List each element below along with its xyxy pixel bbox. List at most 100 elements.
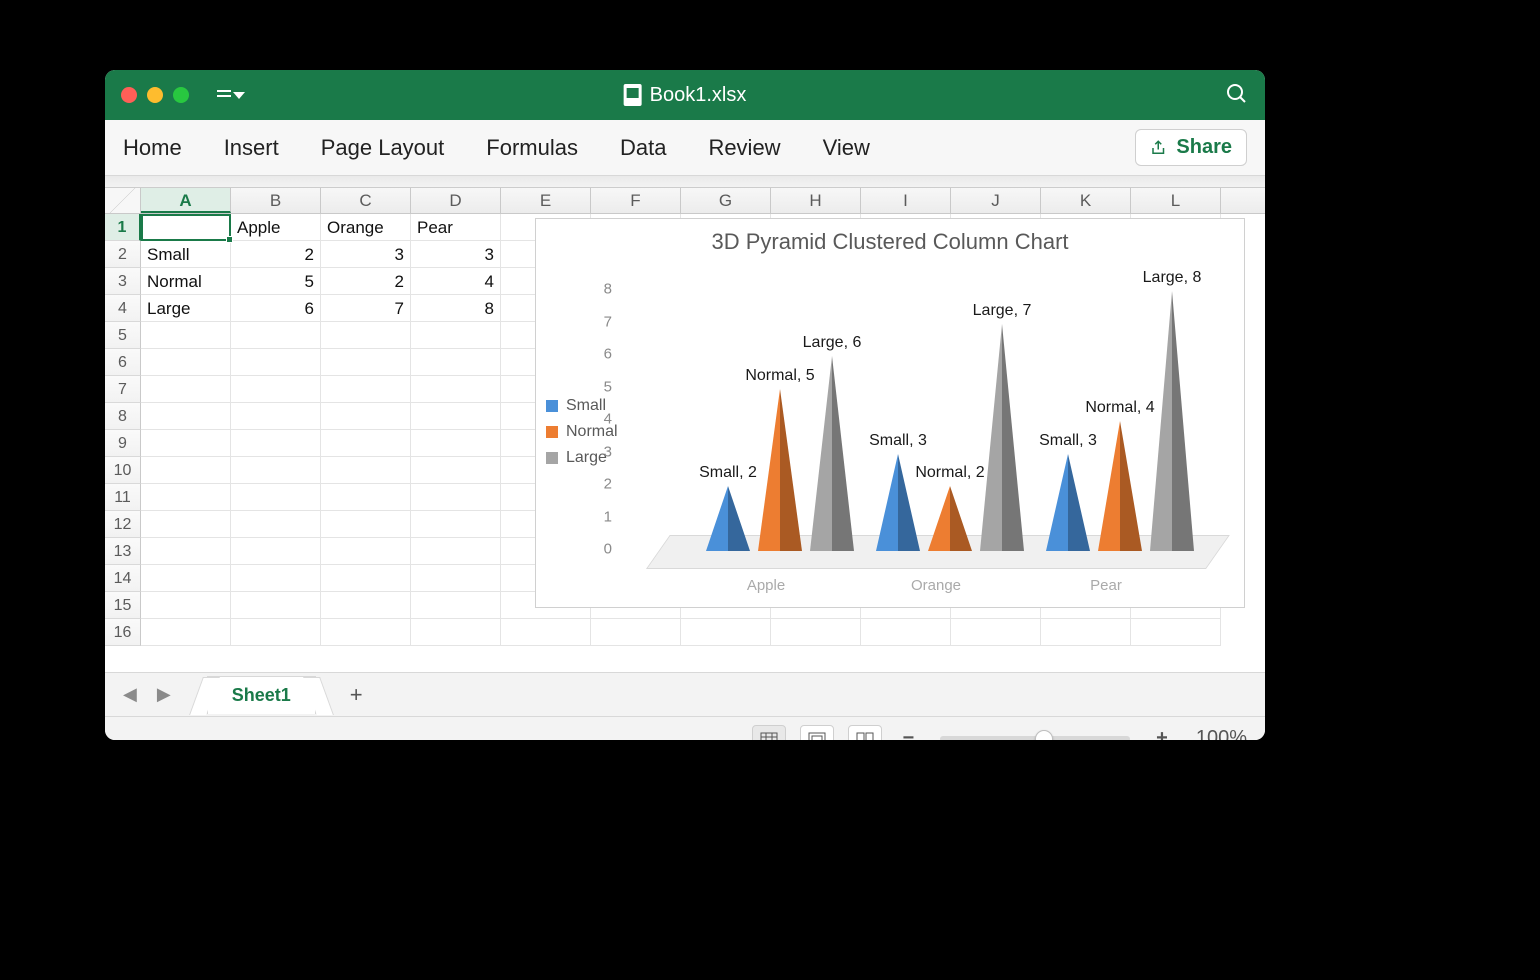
cell-C15[interactable] (321, 592, 411, 619)
chart-title[interactable]: 3D Pyramid Clustered Column Chart (536, 229, 1244, 255)
row-header-1[interactable]: 1 (105, 214, 141, 241)
cell-A11[interactable] (141, 484, 231, 511)
cell-B16[interactable] (231, 619, 321, 646)
cell-D5[interactable] (411, 322, 501, 349)
row-header-7[interactable]: 7 (105, 376, 141, 403)
col-header-B[interactable]: B (231, 188, 321, 213)
zoom-out-button[interactable]: − (896, 727, 920, 740)
col-header-K[interactable]: K (1041, 188, 1131, 213)
row-header-2[interactable]: 2 (105, 241, 141, 268)
row-header-10[interactable]: 10 (105, 457, 141, 484)
share-button[interactable]: Share (1135, 129, 1247, 166)
row-header-4[interactable]: 4 (105, 295, 141, 322)
zoom-slider[interactable] (940, 736, 1130, 741)
col-header-F[interactable]: F (591, 188, 681, 213)
cell-C14[interactable] (321, 565, 411, 592)
cell-B10[interactable] (231, 457, 321, 484)
cell-B9[interactable] (231, 430, 321, 457)
cell-D13[interactable] (411, 538, 501, 565)
cell-A15[interactable] (141, 592, 231, 619)
sheet-tab-sheet1[interactable]: Sheet1 (207, 676, 316, 714)
cell-L16[interactable] (1131, 619, 1221, 646)
row-header-14[interactable]: 14 (105, 565, 141, 592)
col-header-J[interactable]: J (951, 188, 1041, 213)
cell-B13[interactable] (231, 538, 321, 565)
row-header-6[interactable]: 6 (105, 349, 141, 376)
cell-A14[interactable] (141, 565, 231, 592)
minimize-window-button[interactable] (147, 87, 163, 103)
cell-C12[interactable] (321, 511, 411, 538)
col-header-D[interactable]: D (411, 188, 501, 213)
cell-D1[interactable]: Pear (411, 214, 501, 241)
cell-D7[interactable] (411, 376, 501, 403)
col-header-I[interactable]: I (861, 188, 951, 213)
cell-C8[interactable] (321, 403, 411, 430)
chart-object[interactable]: 3D Pyramid Clustered Column Chart Small … (535, 218, 1245, 608)
cell-A7[interactable] (141, 376, 231, 403)
cell-B1[interactable]: Apple (231, 214, 321, 241)
cell-H16[interactable] (771, 619, 861, 646)
tab-view[interactable]: View (823, 135, 870, 161)
cell-C4[interactable]: 7 (321, 295, 411, 322)
col-header-E[interactable]: E (501, 188, 591, 213)
cell-B12[interactable] (231, 511, 321, 538)
chart-plot-area[interactable]: 012345678 AppleSmall, 2Normal, 5Large, 6… (646, 279, 1226, 589)
cell-B4[interactable]: 6 (231, 295, 321, 322)
zoom-level[interactable]: 100% (1196, 727, 1247, 740)
tab-review[interactable]: Review (708, 135, 780, 161)
tab-home[interactable]: Home (123, 135, 182, 161)
cell-B8[interactable] (231, 403, 321, 430)
cell-D14[interactable] (411, 565, 501, 592)
col-header-A[interactable]: A (141, 188, 231, 213)
cell-A12[interactable] (141, 511, 231, 538)
cell-C11[interactable] (321, 484, 411, 511)
cell-B2[interactable]: 2 (231, 241, 321, 268)
cell-A13[interactable] (141, 538, 231, 565)
row-header-12[interactable]: 12 (105, 511, 141, 538)
cell-C7[interactable] (321, 376, 411, 403)
col-header-G[interactable]: G (681, 188, 771, 213)
row-header-9[interactable]: 9 (105, 430, 141, 457)
cell-C6[interactable] (321, 349, 411, 376)
zoom-window-button[interactable] (173, 87, 189, 103)
cell-K16[interactable] (1041, 619, 1131, 646)
cell-B14[interactable] (231, 565, 321, 592)
cell-F16[interactable] (591, 619, 681, 646)
row-header-5[interactable]: 5 (105, 322, 141, 349)
cell-B5[interactable] (231, 322, 321, 349)
view-normal-button[interactable] (752, 725, 786, 741)
row-header-16[interactable]: 16 (105, 619, 141, 646)
sheet-nav-next[interactable]: ▶ (153, 680, 175, 709)
cell-C10[interactable] (321, 457, 411, 484)
cell-A10[interactable] (141, 457, 231, 484)
tab-page-layout[interactable]: Page Layout (321, 135, 445, 161)
cell-D15[interactable] (411, 592, 501, 619)
cell-C2[interactable]: 3 (321, 241, 411, 268)
cell-B6[interactable] (231, 349, 321, 376)
cell-D9[interactable] (411, 430, 501, 457)
cell-D3[interactable]: 4 (411, 268, 501, 295)
sheet-nav-prev[interactable]: ◀ (119, 680, 141, 709)
row-header-11[interactable]: 11 (105, 484, 141, 511)
cell-C16[interactable] (321, 619, 411, 646)
chart-legend[interactable]: Small Normal Large (546, 389, 618, 475)
cell-E16[interactable] (501, 619, 591, 646)
cell-C1[interactable]: Orange (321, 214, 411, 241)
cell-A4[interactable]: Large (141, 295, 231, 322)
cell-B3[interactable]: 5 (231, 268, 321, 295)
cell-C5[interactable] (321, 322, 411, 349)
cell-A2[interactable]: Small (141, 241, 231, 268)
view-page-break-button[interactable] (848, 725, 882, 741)
cell-D10[interactable] (411, 457, 501, 484)
select-all-corner[interactable] (105, 188, 141, 213)
zoom-in-button[interactable]: + (1150, 727, 1174, 740)
cell-D2[interactable]: 3 (411, 241, 501, 268)
view-page-layout-button[interactable] (800, 725, 834, 741)
tab-formulas[interactable]: Formulas (486, 135, 578, 161)
worksheet[interactable]: A B C D E F G H I J K L 1AppleOrangePear… (105, 188, 1265, 672)
cell-C3[interactable]: 2 (321, 268, 411, 295)
cell-J16[interactable] (951, 619, 1041, 646)
cell-B7[interactable] (231, 376, 321, 403)
quick-access-customize[interactable] (217, 85, 245, 106)
row-header-13[interactable]: 13 (105, 538, 141, 565)
